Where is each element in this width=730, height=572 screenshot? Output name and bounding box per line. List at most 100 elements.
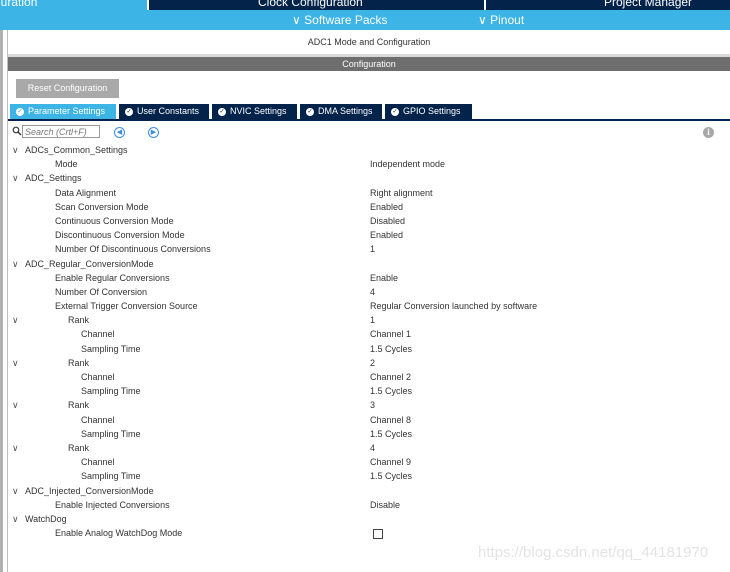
chevron-down-icon: ∨ — [12, 145, 19, 155]
rank-value[interactable]: 2 — [370, 356, 375, 370]
parameter-row[interactable]: Number Of Discontinuous Conversions 1 — [0, 242, 730, 256]
parameter-value[interactable]: 1.5 Cycles — [370, 384, 412, 398]
parameter-value[interactable]: Disabled — [370, 214, 405, 228]
rank-label: Rank — [68, 315, 90, 326]
parameter-row[interactable]: External Trigger Conversion Source Regul… — [0, 299, 730, 313]
tab-label: DMA Settings — [318, 106, 373, 116]
parameter-label: Enable Analog WatchDog Mode — [55, 528, 183, 539]
parameter-label: Channel — [81, 329, 115, 340]
parameter-value[interactable]: 1 — [370, 242, 375, 256]
parameter-label: Channel — [81, 372, 115, 382]
group-row[interactable]: ∨ ADC_Regular_ConversionMode — [0, 257, 730, 271]
menu-label: Pinout — [490, 13, 525, 27]
parameter-value[interactable]: Right alignment — [370, 186, 433, 200]
parameter-row[interactable]: Discontinuous Conversion Mode Enabled — [0, 228, 730, 242]
parameter-row[interactable]: Channel Channel 9 — [0, 455, 730, 469]
parameter-label: Sampling Time — [81, 428, 141, 439]
tab-label: Parameter Settings — [28, 106, 106, 116]
chevron-down-icon: ∨ — [12, 400, 19, 411]
tab-pinout-configuration[interactable]: guration — [0, 0, 147, 10]
parameter-value[interactable]: Channel 2 — [370, 370, 411, 384]
rank-row[interactable]: ∨ Rank 4 — [0, 441, 730, 455]
parameter-row[interactable]: Mode Independent mode — [0, 157, 730, 171]
parameter-value[interactable]: Regular Conversion launched by software — [370, 299, 537, 313]
parameter-value[interactable]: 1.5 Cycles — [370, 469, 412, 483]
tab-label: User Constants — [137, 106, 200, 116]
search-input[interactable] — [22, 125, 100, 138]
rank-row[interactable]: ∨ Rank 3 — [0, 398, 730, 412]
menu-label: Software Packs — [304, 13, 388, 27]
parameter-row[interactable]: Sampling Time 1.5 Cycles — [0, 427, 730, 441]
tab-clock-configuration[interactable]: Clock Configuration — [258, 0, 363, 10]
parameter-row[interactable]: Channel Channel 8 — [0, 413, 730, 427]
parameter-value[interactable]: 4 — [370, 285, 375, 299]
rank-row[interactable]: ∨ Rank 2 — [0, 356, 730, 370]
parameter-label: Data Alignment — [55, 187, 117, 198]
tab-project-manager[interactable]: Project Manager — [604, 0, 692, 10]
check-circle-icon: ✓ — [218, 107, 226, 116]
check-circle-icon: ✓ — [16, 107, 24, 116]
chevron-down-icon: ∨ — [12, 315, 19, 326]
parameter-value[interactable]: Channel 8 — [370, 413, 411, 427]
parameter-row[interactable]: Enable Regular Conversions Enable — [0, 271, 730, 285]
parameter-row[interactable]: Scan Conversion Mode Enabled — [0, 200, 730, 214]
parameter-value — [370, 526, 383, 540]
parameter-value[interactable]: Enable — [370, 271, 398, 285]
group-row[interactable]: ∨ ADC_Injected_ConversionMode — [0, 484, 730, 498]
parameter-row[interactable]: Sampling Time 1.5 Cycles — [0, 342, 730, 356]
parameter-row[interactable]: Sampling Time 1.5 Cycles — [0, 384, 730, 398]
tab-parameter-settings[interactable]: ✓ Parameter Settings — [10, 104, 116, 119]
top-nav-bar: guration Clock Configuration Project Man… — [0, 0, 730, 10]
info-icon[interactable]: i — [703, 127, 714, 138]
tab-label: Clock Configuration — [258, 0, 363, 9]
software-packs-menu[interactable]: ∨ Software Packs — [292, 13, 388, 27]
parameter-row[interactable]: Continuous Conversion Mode Disabled — [0, 214, 730, 228]
pinout-menu[interactable]: ∨ Pinout — [478, 13, 524, 27]
chevron-down-icon: ∨ — [12, 442, 19, 453]
search-previous-button[interactable]: ◀ — [114, 127, 125, 138]
rank-row[interactable]: ∨ Rank 1 — [0, 313, 730, 327]
parameter-label: Mode — [55, 159, 78, 170]
tab-dma-settings[interactable]: ✓ DMA Settings — [300, 104, 382, 119]
rank-value[interactable]: 4 — [370, 441, 375, 455]
parameter-row[interactable]: Channel Channel 2 — [0, 370, 730, 384]
rank-label: Rank — [68, 357, 90, 368]
parameter-value[interactable]: Channel 9 — [370, 455, 411, 469]
group-label: ADC_Injected_ConversionMode — [25, 485, 154, 496]
tab-label: GPIO Settings — [403, 106, 461, 116]
watermark: https://blog.csdn.net/qq_44181970 — [478, 544, 709, 561]
reset-configuration-button[interactable]: Reset Configuration — [16, 79, 119, 98]
tab-label: NVIC Settings — [230, 106, 287, 116]
rank-value[interactable]: 1 — [370, 313, 375, 327]
settings-tabs: ✓ Parameter Settings ✓ User Constants ✓ NVI… — [8, 103, 730, 121]
parameter-label: Sampling Time — [81, 386, 141, 397]
parameter-value[interactable]: Disable — [370, 498, 400, 512]
sub-menu-bar: ∨ Software Packs ∨ Pinout — [0, 10, 730, 30]
tab-separator — [484, 0, 486, 10]
parameter-value[interactable]: Enabled — [370, 200, 403, 214]
watchdog-checkbox[interactable] — [373, 528, 383, 539]
group-label: ADC_Settings — [25, 173, 82, 184]
parameter-value[interactable]: 1.5 Cycles — [370, 427, 412, 441]
search-next-button[interactable]: ▶ — [148, 127, 159, 138]
tab-gpio-settings[interactable]: ✓ GPIO Settings — [385, 104, 472, 119]
parameter-row[interactable]: Enable Injected Conversions Disable — [0, 498, 730, 512]
group-row[interactable]: ∨ ADC_Settings — [0, 171, 730, 185]
parameter-value[interactable]: Channel 1 — [370, 327, 411, 341]
parameter-row[interactable]: Sampling Time 1.5 Cycles — [0, 469, 730, 483]
group-row[interactable]: ∨ ADCs_Common_Settings — [0, 143, 730, 157]
parameter-row[interactable]: Enable Analog WatchDog Mode — [0, 526, 730, 540]
parameter-row[interactable]: Channel Channel 1 — [0, 327, 730, 341]
parameter-row[interactable]: Number Of Conversion 4 — [0, 285, 730, 299]
tab-nvic-settings[interactable]: ✓ NVIC Settings — [212, 104, 297, 119]
parameter-value[interactable]: Independent mode — [370, 157, 445, 171]
parameter-label: Channel — [81, 414, 115, 425]
group-row[interactable]: ∨ WatchDog — [0, 512, 730, 526]
parameter-row[interactable]: Data Alignment Right alignment — [0, 186, 730, 200]
tab-user-constants[interactable]: ✓ User Constants — [119, 104, 209, 119]
parameter-value[interactable]: Enabled — [370, 228, 403, 242]
parameter-value[interactable]: 1.5 Cycles — [370, 342, 412, 356]
rank-label: Rank — [68, 400, 90, 411]
parameter-tree: ∨ ADCs_Common_Settings Mode Independent … — [0, 143, 730, 540]
rank-value[interactable]: 3 — [370, 398, 375, 412]
